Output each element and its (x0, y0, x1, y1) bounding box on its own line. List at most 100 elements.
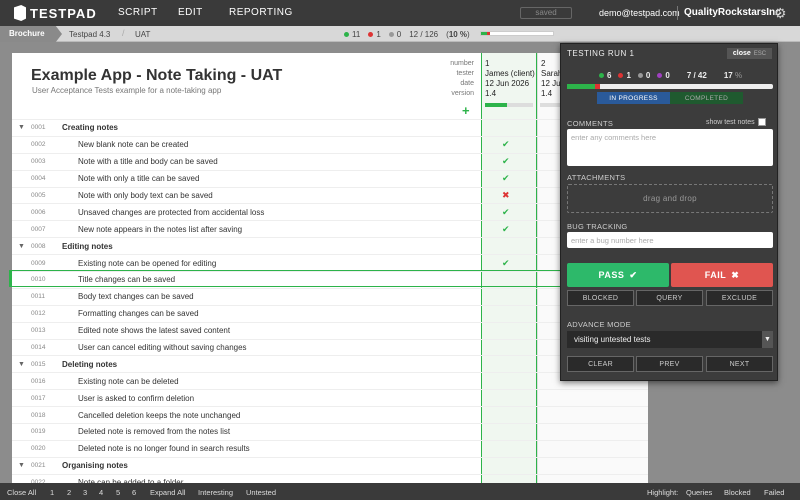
row-text: Deleted note is removed from the notes l… (78, 427, 231, 437)
tab-in-progress[interactable]: IN PROGRESS (597, 92, 670, 104)
nav-edit[interactable]: EDIT (178, 7, 203, 18)
section-row[interactable]: ▼ 0015 Deleting notes (12, 355, 648, 372)
level-5-link[interactable]: 5 (116, 488, 120, 497)
plus-icon[interactable]: + (462, 103, 470, 118)
attachments-dropzone[interactable]: drag and drop (567, 184, 773, 213)
pass-check-icon[interactable]: ✔ (502, 224, 510, 235)
blocked-dot-icon (637, 73, 643, 78)
blocked-count: 0 (388, 30, 401, 39)
test-row[interactable]: 0009 Existing note can be opened for edit… (12, 254, 648, 271)
pass-check-icon[interactable]: ✔ (502, 156, 510, 167)
bug-number-field[interactable]: enter a bug number here (567, 232, 773, 248)
row-number: 0018 (31, 411, 46, 419)
pass-button[interactable]: PASS ✔ (567, 263, 669, 287)
pass-check-icon[interactable]: ✔ (502, 258, 510, 269)
breadcrumb-script[interactable]: UAT (135, 30, 150, 39)
run-meta-labels: number tester date version (450, 60, 474, 97)
test-row[interactable]: 0007 New note appears in the notes list a… (12, 220, 648, 237)
nav-reporting[interactable]: REPORTING (229, 7, 293, 18)
untested-link[interactable]: Untested (246, 488, 276, 497)
test-row[interactable]: 0004 Note with only a title can be saved ✔ (12, 169, 648, 187)
close-all-link[interactable]: Close All (7, 488, 36, 497)
test-row[interactable]: 0016 Existing note can be deleted (12, 372, 648, 389)
blocked-dot-icon (388, 32, 394, 37)
section-row[interactable]: ▼ 0021 Organising notes (12, 456, 648, 474)
expand-all-link[interactable]: Expand All (150, 488, 185, 497)
fail-count: 1 (368, 30, 381, 39)
collapse-triangle-icon[interactable]: ▼ (18, 124, 25, 131)
advance-mode-select[interactable]: visiting untested tests ▼ (567, 331, 773, 348)
row-text: Unsaved changes are protected from accid… (78, 207, 265, 217)
test-row[interactable]: 0014 User can cancel editing without savi… (12, 338, 648, 356)
row-text: Formatting changes can be saved (78, 309, 199, 319)
breadcrumb-project[interactable]: Testpad 4.3 (69, 30, 110, 39)
level-2-link[interactable]: 2 (67, 488, 71, 497)
pass-count: 11 (344, 30, 360, 39)
script-sheet: Example App - Note Taking - UAT User Acc… (12, 53, 648, 483)
company-name[interactable]: QualityRockstarsInc (684, 7, 781, 18)
pass-check-icon[interactable]: ✔ (502, 207, 510, 218)
test-row[interactable]: 0012 Formatting changes can be saved (12, 304, 648, 322)
nav-script[interactable]: SCRIPT (118, 7, 158, 18)
run-status-tabs: IN PROGRESS COMPLETED (597, 92, 743, 104)
test-row[interactable]: 0017 User is asked to confirm deletion (12, 389, 648, 406)
fail-cross-icon[interactable]: ✖ (502, 190, 510, 201)
test-row[interactable]: 0013 Edited note shows the latest saved c… (12, 321, 648, 339)
test-row[interactable]: 0003 Note with a title and body can be sa… (12, 152, 648, 170)
test-row[interactable]: 0022 Note can be added to a folder (12, 473, 648, 483)
test-row[interactable]: 0020 Deleted note is no longer found in s… (12, 439, 648, 457)
highlight-queries[interactable]: Queries (686, 488, 712, 497)
show-notes-checkbox[interactable] (757, 118, 766, 126)
level-3-link[interactable]: 3 (83, 488, 87, 497)
close-button[interactable]: close ESC (727, 48, 772, 59)
level-1-link[interactable]: 1 (50, 488, 54, 497)
exclude-button[interactable]: EXCLUDE (706, 290, 773, 306)
user-email[interactable]: demo@testpad.com (599, 8, 680, 18)
pass-check-icon[interactable]: ✔ (502, 139, 510, 150)
row-text: Note with a title and body can be saved (78, 157, 218, 167)
highlight-label: Highlight: (647, 488, 679, 497)
test-row[interactable]: 0002 New blank note can be created ✔ (12, 135, 648, 153)
section-row[interactable]: ▼ 0008 Editing notes (12, 237, 648, 254)
collapse-triangle-icon[interactable]: ▼ (18, 361, 25, 368)
run-1-header[interactable]: 1 James (client) 12 Jun 2026 1.4 (485, 59, 535, 99)
row-number: 0012 (31, 310, 46, 318)
row-text: Edited note shows the latest saved conte… (78, 326, 231, 336)
row-number: 0004 (31, 175, 46, 183)
row-text: Deleted note is no longer found in searc… (78, 444, 250, 454)
highlight-blocked[interactable]: Blocked (724, 488, 751, 497)
clear-button[interactable]: CLEAR (567, 356, 634, 372)
query-button[interactable]: QUERY (636, 290, 703, 306)
prev-button[interactable]: PREV (636, 356, 703, 372)
row-number: 0011 (31, 293, 45, 301)
collapse-triangle-icon[interactable]: ▼ (18, 243, 25, 250)
level-6-link[interactable]: 6 (132, 488, 136, 497)
run-progress-pass-fill (567, 84, 595, 89)
section-row[interactable]: ▼ 0001 Creating notes (12, 119, 648, 136)
test-row[interactable]: 0018 Cancelled deletion keeps the note un… (12, 406, 648, 423)
level-4-link[interactable]: 4 (99, 488, 103, 497)
test-row[interactable]: 0011 Body text changes can be saved (12, 287, 648, 305)
test-row[interactable]: 0006 Unsaved changes are protected from a… (12, 203, 648, 220)
interesting-link[interactable]: Interesting (198, 488, 233, 497)
test-row[interactable]: 0019 Deleted note is removed from the not… (12, 423, 648, 440)
row-text: Note with only a title can be saved (78, 174, 200, 184)
pass-check-icon[interactable]: ✔ (502, 173, 510, 184)
top-bar: TESTPAD SCRIPT EDIT REPORTING saved demo… (0, 0, 800, 26)
fail-button[interactable]: FAIL ✖ (671, 263, 773, 287)
logo[interactable]: TESTPAD (14, 4, 97, 22)
test-row[interactable]: 0005 Note with only body text can be save… (12, 186, 648, 204)
row-number: 0017 (31, 394, 46, 402)
blocked-button[interactable]: BLOCKED (567, 290, 634, 306)
comments-field[interactable]: enter any comments here (567, 129, 773, 166)
row-text: Existing note can be opened for editing (78, 258, 217, 268)
next-button[interactable]: NEXT (706, 356, 773, 372)
pass-dot-icon (344, 32, 349, 37)
show-test-notes[interactable]: show test notes (706, 118, 766, 126)
gear-icon[interactable]: ⚙ (774, 5, 787, 22)
tab-completed[interactable]: COMPLETED (670, 92, 743, 104)
breadcrumb-folder[interactable]: Brochure (0, 26, 62, 42)
collapse-triangle-icon[interactable]: ▼ (18, 462, 25, 469)
row-text: User can cancel editing without saving c… (78, 343, 247, 353)
highlight-failed[interactable]: Failed (764, 488, 784, 497)
